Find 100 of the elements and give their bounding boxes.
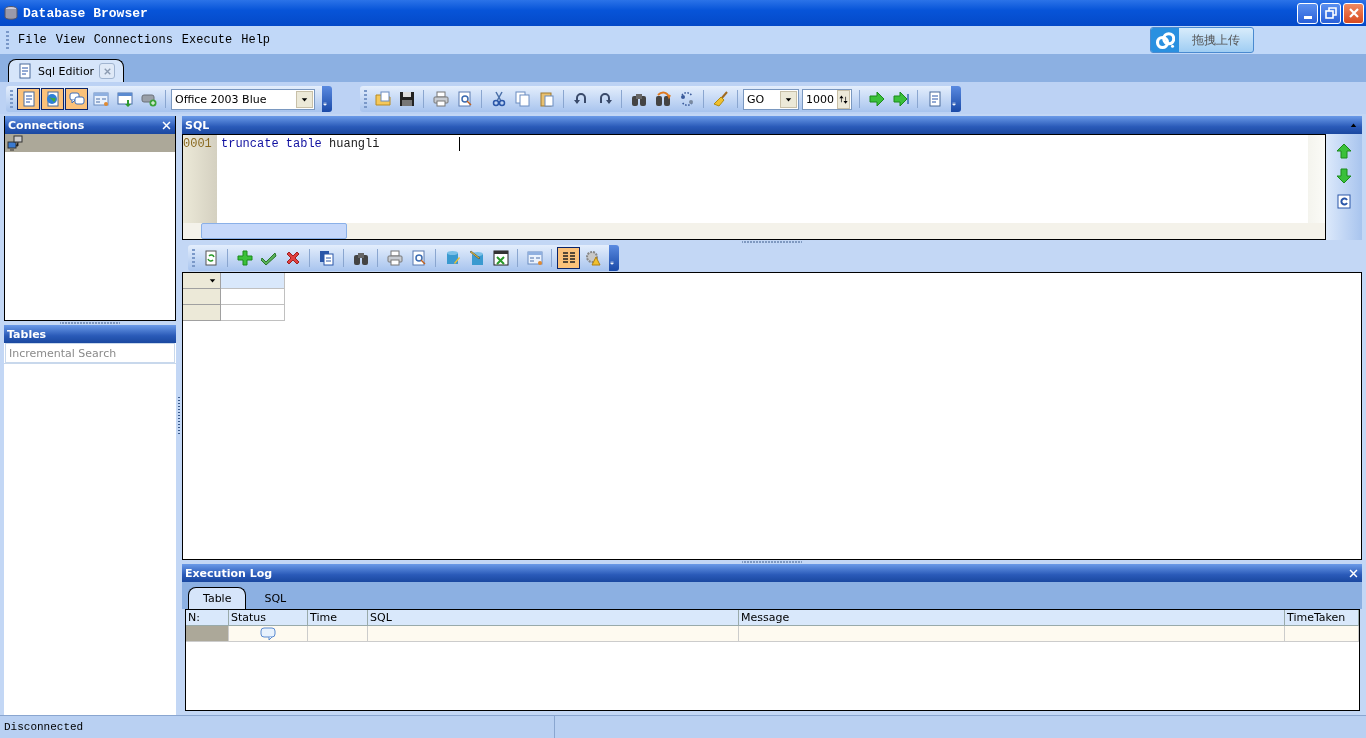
panel-title: Execution Log	[185, 566, 274, 580]
printer-icon	[386, 250, 403, 266]
dotted-cycle-icon	[678, 91, 695, 107]
globe-icon	[44, 91, 61, 107]
columns-icon	[560, 250, 577, 266]
column-header: Status	[229, 610, 308, 626]
sql-editor[interactable]: 0001 truncate table huangli	[182, 134, 1326, 240]
arrow-down-icon	[1336, 168, 1352, 184]
panel-title: Tables	[7, 327, 48, 341]
toolbar-button[interactable]	[41, 88, 64, 110]
minimize-icon	[1303, 15, 1312, 19]
column-header: TimeTaken	[1285, 610, 1359, 626]
log-tab[interactable]: Table	[188, 587, 247, 609]
column-header: Message	[739, 610, 1285, 626]
close-icon	[1347, 567, 1359, 579]
arrow-right-icon	[892, 91, 909, 107]
line-number: 0001	[183, 137, 213, 151]
panel-title: SQL	[185, 118, 211, 132]
execute-select[interactable]: GO	[743, 88, 799, 110]
broom-icon	[712, 91, 729, 107]
close-button[interactable]	[160, 119, 172, 131]
close-button[interactable]	[1347, 567, 1359, 579]
column-header: SQL	[368, 610, 739, 626]
editor-tab[interactable]: Sql Editior	[8, 59, 125, 82]
spreadsheet-window-icon	[492, 250, 509, 266]
document-icon	[926, 91, 943, 107]
speech-bubbles-icon	[68, 91, 85, 107]
print-preview-icon	[410, 250, 427, 266]
log-tab[interactable]: SQL	[250, 588, 301, 609]
arrow-up-icon	[1336, 143, 1352, 159]
database-icon	[444, 250, 461, 266]
splitter-handle[interactable]	[60, 321, 120, 325]
splitter-handle[interactable]	[742, 560, 802, 564]
toolbar-button[interactable]	[557, 247, 580, 269]
binoculars-arrow-icon	[654, 91, 671, 107]
gear-warning-icon	[584, 250, 601, 266]
binoculars-icon	[352, 250, 369, 266]
paste-icon	[538, 91, 555, 107]
document-refresh-icon	[202, 250, 219, 266]
minimize-button[interactable]	[1297, 2, 1318, 24]
form-icon	[92, 91, 109, 107]
drive-plus-icon	[140, 91, 157, 107]
menu-item[interactable]: Execute	[180, 33, 233, 47]
theme-select[interactable]: Office 2003 Blue	[171, 88, 315, 110]
search-field[interactable]: Incremental Search	[5, 343, 175, 363]
tab-close-button[interactable]	[99, 63, 116, 79]
horizontal-scrollbar[interactable]	[183, 223, 1325, 239]
vertical-scrollbar[interactable]	[1308, 135, 1325, 223]
status-text: Disconnected	[3, 721, 85, 733]
speech-bubble-icon	[260, 626, 276, 642]
toolbar-gripper[interactable]	[192, 249, 195, 267]
toolbar-overflow-button[interactable]	[951, 86, 961, 112]
binoculars-icon	[630, 91, 647, 107]
close-icon	[160, 119, 172, 131]
spin-arrows-icon	[838, 93, 849, 105]
close-button[interactable]	[1343, 2, 1364, 24]
printer-icon	[432, 91, 449, 107]
table-cell	[221, 305, 285, 321]
splitter-handle[interactable]	[742, 240, 802, 244]
toolbar-overflow-button[interactable]	[609, 245, 619, 271]
folder-icon	[374, 91, 391, 107]
refresh-icon	[1336, 193, 1352, 209]
code-line: truncate table huangli	[221, 137, 1308, 152]
copy-icon	[514, 91, 531, 107]
database-pencil-icon	[468, 250, 485, 266]
column-header: N:	[186, 610, 229, 626]
print-preview-icon	[456, 91, 473, 107]
cloud-icon	[1155, 30, 1175, 50]
restore-button[interactable]	[1320, 2, 1341, 24]
menu-item[interactable]: File	[17, 33, 47, 47]
table-cell	[221, 289, 285, 305]
toolbar-gripper[interactable]	[10, 90, 13, 108]
toolbar-button[interactable]	[17, 88, 40, 110]
text-cursor	[459, 137, 461, 151]
cross-icon	[284, 250, 301, 266]
scroll-thumb[interactable]	[201, 223, 347, 239]
scissors-icon	[490, 91, 507, 107]
row-limit-spinner[interactable]: 1000	[802, 88, 852, 110]
toolbar-gripper[interactable]	[364, 90, 367, 108]
menu-item[interactable]: Help	[240, 33, 271, 47]
restore-icon	[1322, 5, 1339, 21]
row-header	[183, 305, 221, 321]
copy-icon	[318, 250, 335, 266]
menu-item[interactable]: View	[54, 33, 85, 47]
toolbar-gripper[interactable]	[6, 31, 9, 49]
document-icon	[17, 63, 33, 79]
toolbar-overflow-button[interactable]	[322, 86, 332, 112]
check-icon	[260, 250, 277, 266]
column-header	[221, 273, 285, 289]
document-icon	[20, 91, 37, 107]
form-icon	[526, 250, 543, 266]
database-cylinder-icon	[3, 5, 19, 21]
plus-icon	[236, 250, 253, 266]
toolbar-button[interactable]	[65, 88, 88, 110]
window-title: Database Browser	[23, 5, 149, 21]
panel-title: Connections	[8, 118, 86, 132]
upload-button[interactable]: 拖拽上传	[1150, 27, 1254, 53]
column-header: Time	[308, 610, 368, 626]
menu-item[interactable]: Connections	[92, 33, 173, 47]
arrow-right-icon	[868, 91, 885, 107]
